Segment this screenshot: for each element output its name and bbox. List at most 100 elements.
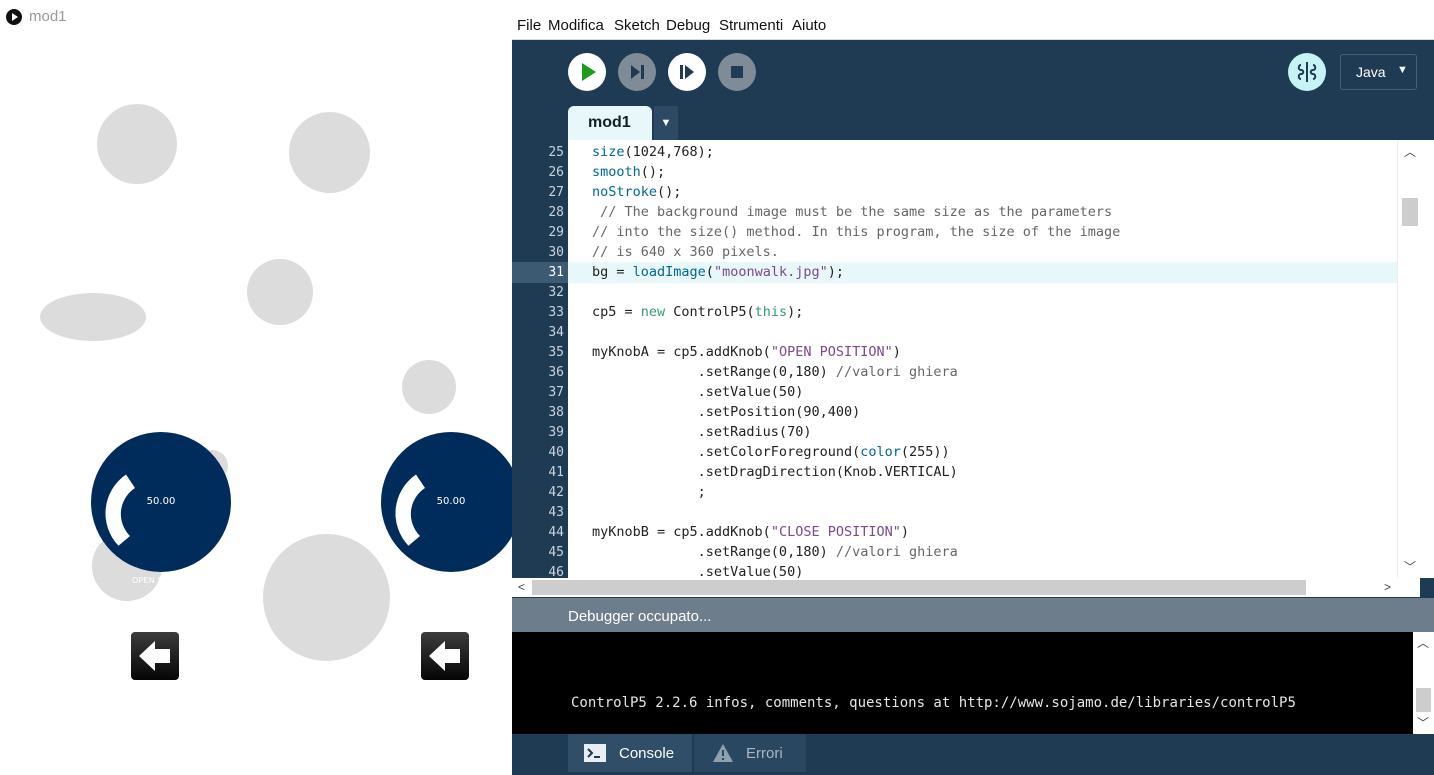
console-icon: [584, 744, 606, 762]
line-number: 31: [548, 265, 564, 280]
tab-menu-button[interactable]: ▼: [654, 106, 678, 140]
menu-strumenti[interactable]: Strumenti: [719, 17, 783, 34]
back-arrow-button[interactable]: [131, 632, 179, 680]
tab-label: mod1: [588, 114, 631, 131]
code-line: myKnobA = cp5.addKnob("OPEN POSITION"): [592, 344, 901, 360]
run-icon: [582, 63, 596, 81]
editor-vertical-scrollbar[interactable]: ︿ ﹀: [1397, 140, 1421, 578]
processing-ide-window: File Modifica Sketch Debug Strumenti Aiu…: [512, 0, 1434, 775]
line-number: 43: [548, 505, 564, 520]
scroll-right-icon[interactable]: >: [1384, 580, 1391, 594]
line-number: 44: [548, 525, 564, 540]
menu-debug[interactable]: Debug: [666, 17, 710, 34]
bottom-tab-bar: Console Errori: [512, 734, 1434, 775]
line-number: 33: [548, 305, 564, 320]
code-line: .setValue(50): [592, 384, 804, 400]
tab-label: Errori: [746, 745, 783, 762]
code-editor[interactable]: 25 26 27 28 29 30 31 32 33 34 35 36 37 3…: [512, 140, 1434, 578]
menu-sketch[interactable]: Sketch: [614, 17, 660, 34]
left-arrow-icon: [429, 641, 460, 671]
code-line: .setDragDirection(Knob.VERTICAL): [592, 464, 958, 480]
line-number: 35: [548, 345, 564, 360]
tab-console[interactable]: Console: [568, 734, 692, 772]
sketch-tabs: mod1 ▼: [512, 106, 1434, 140]
code-line: .setPosition(90,400): [592, 404, 861, 420]
gray-circle: [289, 112, 370, 193]
continue-icon: [680, 65, 694, 79]
scrollbar-thumb[interactable]: [1402, 198, 1418, 226]
editor-horizontal-scrollbar[interactable]: < >: [512, 578, 1420, 597]
debugger-button[interactable]: [1288, 53, 1326, 91]
gray-circle: [97, 104, 177, 184]
back-arrow-button[interactable]: [421, 632, 469, 680]
step-button[interactable]: [618, 53, 656, 91]
scroll-down-icon[interactable]: ﹀: [1417, 714, 1429, 731]
stop-icon: [731, 66, 743, 78]
gray-circle: [247, 259, 313, 325]
line-number-gutter: 25 26 27 28 29 30 31 32 33 34 35 36 37 3…: [512, 140, 568, 578]
run-button[interactable]: [568, 53, 606, 91]
code-line: bg = loadImage("moonwalk.jpg");: [592, 264, 844, 280]
line-number: 34: [548, 325, 564, 340]
gray-circle: [402, 360, 456, 414]
code-line: cp5 = new ControlP5(this);: [592, 304, 804, 320]
tab-mod1[interactable]: mod1: [568, 106, 652, 140]
line-number: 41: [548, 465, 564, 480]
scroll-left-icon[interactable]: <: [518, 580, 525, 594]
status-message: Debugger occupato...: [568, 608, 712, 625]
status-bar: Debugger occupato...: [512, 598, 1434, 632]
scrollbar-thumb[interactable]: [1416, 688, 1431, 712]
code-line: // The background image must be the same…: [600, 204, 1113, 220]
line-number: 28: [548, 205, 564, 220]
mode-selector[interactable]: Java ▼: [1340, 54, 1417, 90]
continue-button[interactable]: [668, 53, 706, 91]
mode-label: Java: [1356, 64, 1386, 80]
stop-button[interactable]: [718, 53, 756, 91]
menu-file[interactable]: File: [517, 17, 541, 34]
line-number: 27: [548, 185, 564, 200]
knob-value: 50.00: [146, 496, 176, 507]
toolbar: Java ▼: [512, 40, 1434, 106]
code-line: ;: [592, 484, 706, 500]
scrollbar-thumb[interactable]: [532, 580, 1306, 595]
console-panel[interactable]: ControlP5 2.2.6 infos, comments, questio…: [512, 632, 1434, 734]
line-number: 39: [548, 425, 564, 440]
line-number: 37: [548, 385, 564, 400]
code-line: noStroke();: [592, 184, 682, 200]
processing-app-icon: [6, 9, 22, 25]
scroll-down-icon[interactable]: ﹀: [1404, 558, 1416, 575]
code-line: .setValue(50): [592, 564, 804, 578]
sketch-window: mod1 50.00 OPEN P 50.00: [0, 0, 513, 775]
scroll-up-icon[interactable]: ︿: [1417, 634, 1429, 651]
code-line: // into the size() method. In this progr…: [592, 224, 1121, 240]
code-line: .setColorForeground(color(255)): [592, 444, 950, 460]
line-number: 26: [548, 165, 564, 180]
tab-errors[interactable]: Errori: [694, 734, 806, 772]
line-number: 36: [548, 365, 564, 380]
code-line: size(1024,768);: [592, 144, 714, 160]
gray-circle: [263, 534, 390, 661]
step-icon: [631, 65, 644, 79]
warning-icon: [713, 744, 733, 762]
menu-aiuto[interactable]: Aiuto: [792, 17, 826, 34]
chevron-down-icon: ▼: [1397, 64, 1408, 76]
line-number: 30: [548, 245, 564, 260]
menu-bar: File Modifica Sketch Debug Strumenti Aiu…: [512, 10, 1434, 40]
line-number: 38: [548, 405, 564, 420]
sketch-window-title: mod1: [29, 8, 67, 25]
line-number: 32: [548, 285, 564, 300]
knob-value: 50.00: [436, 496, 466, 507]
code-line: .setRange(0,180) //valori ghiera: [592, 364, 958, 380]
line-number: 40: [548, 445, 564, 460]
console-vertical-scrollbar[interactable]: ︿ ﹀: [1413, 632, 1434, 734]
code-line: // is 640 x 360 pixels.: [592, 244, 779, 260]
code-line: myKnobB = cp5.addKnob("CLOSE POSITION"): [592, 524, 909, 540]
scroll-up-icon[interactable]: ︿: [1404, 143, 1416, 160]
menu-modifica[interactable]: Modifica: [548, 17, 604, 34]
close-position-knob[interactable]: 50.00: [381, 432, 512, 572]
line-number: 42: [548, 485, 564, 500]
code-line: smooth();: [592, 164, 666, 180]
code-text-area[interactable]: size(1024,768); smooth(); noStroke(); //…: [568, 140, 1397, 578]
tab-label: Console: [619, 745, 675, 762]
open-position-knob[interactable]: 50.00: [91, 432, 231, 572]
